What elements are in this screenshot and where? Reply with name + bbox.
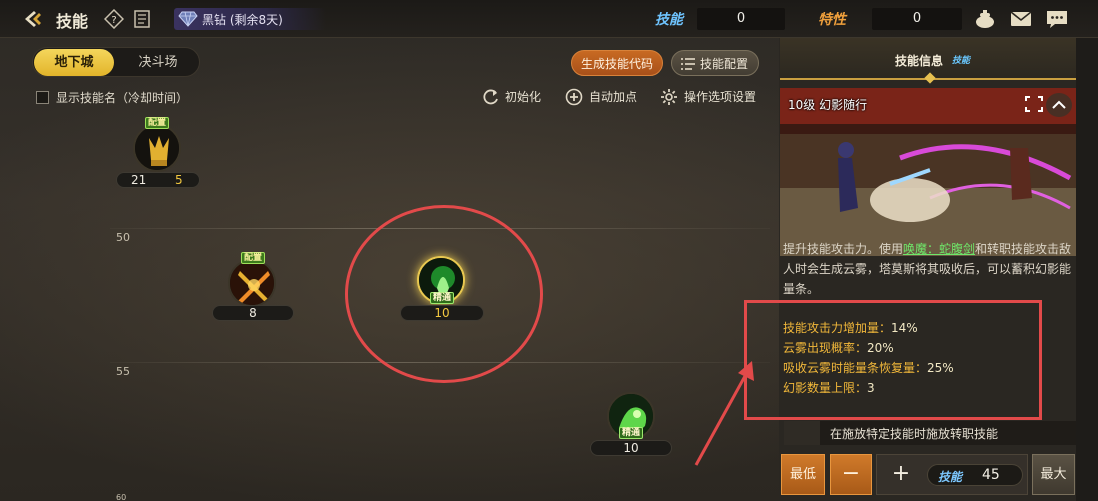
mode-tabs: 地下城 决斗场 — [32, 47, 200, 77]
page-title: 技能 — [56, 12, 89, 31]
annotation-circle — [345, 205, 543, 383]
mastery-tag: 精通 — [619, 427, 644, 439]
skill-level-counter: 21 5 — [116, 172, 200, 188]
guide-book-icon[interactable] — [133, 9, 151, 29]
min-level-button[interactable]: 最低 — [781, 454, 825, 495]
increase-button[interactable]: + — [881, 455, 921, 494]
chat-icon[interactable] — [1045, 8, 1069, 30]
top-bar: 技能 ? 黑钻 (剩余8天) 技能 0 特性 0 — [0, 0, 1098, 38]
fullscreen-icon[interactable] — [1024, 95, 1044, 113]
vip-label: 黑钻 (剩余8天) — [202, 13, 283, 27]
skill-slot[interactable] — [228, 259, 276, 307]
settings-gear-icon — [661, 89, 677, 105]
auto-assign-button[interactable]: 自动加点 — [589, 88, 637, 105]
skill-points-label: 技能 — [655, 12, 683, 28]
desc-text: 提升技能攻击力。使用 — [783, 242, 904, 256]
level-label: 60 — [116, 493, 127, 501]
skill-level: 8 — [249, 306, 257, 320]
mail-icon[interactable] — [1009, 8, 1033, 30]
skill-bonus-level: 5 — [175, 173, 183, 187]
list-icon — [681, 58, 695, 70]
condition-thumbnail — [784, 421, 820, 445]
level-controls: 最低 − + 技能 45 最大 — [781, 451, 1075, 497]
skill-slot[interactable] — [133, 124, 181, 172]
decrease-button[interactable]: − — [830, 454, 872, 495]
level-stepper: + 技能 45 — [876, 454, 1028, 495]
black-diamond-icon — [178, 11, 198, 27]
operation-settings-button[interactable]: 操作选项设置 — [684, 88, 756, 105]
skill-level: 21 — [131, 173, 147, 187]
info-header: 技能信息 技能 — [780, 38, 1076, 84]
golden-helm-skill-icon — [135, 126, 179, 170]
skill-preview[interactable]: 10级 幻影随行 — [780, 88, 1076, 256]
remaining-points-value: 45 — [982, 467, 1000, 483]
condition-row: 在施放特定技能时施放转职技能 — [784, 421, 1076, 445]
level-label: 55 — [116, 365, 130, 378]
annotation-box — [744, 300, 1042, 420]
diamond-ornament-icon — [924, 72, 936, 84]
skill-preview-scene-icon — [780, 88, 1076, 256]
skill-level: 10 — [623, 441, 639, 455]
generate-code-button[interactable]: 生成技能代码 — [571, 50, 663, 76]
reset-icon — [483, 89, 498, 105]
preview-title: 10级 幻影随行 — [788, 98, 868, 112]
svg-text:?: ? — [111, 15, 116, 26]
crossed-blades-skill-icon — [230, 261, 274, 305]
show-names-checkbox[interactable] — [36, 91, 49, 104]
reset-button[interactable]: 初始化 — [505, 88, 541, 105]
trait-points-value: 0 — [872, 8, 962, 30]
config-tag: 配置 — [145, 117, 170, 129]
skill-config-button[interactable]: 技能配置 — [671, 50, 759, 76]
chevron-up-icon — [1052, 100, 1066, 109]
skill-config-label: 技能配置 — [700, 57, 749, 71]
tab-arena[interactable]: 决斗场 — [118, 49, 198, 76]
collapse-button[interactable] — [1046, 93, 1072, 117]
back-arrow-icon[interactable] — [22, 9, 48, 29]
pot-icon[interactable] — [973, 8, 997, 30]
info-subtitle: 技能 — [952, 56, 971, 66]
skill-level-counter: 10 — [590, 440, 672, 456]
max-level-button[interactable]: 最大 — [1032, 454, 1075, 495]
remaining-points: 技能 45 — [927, 464, 1023, 486]
skill-screen: 技能 ? 黑钻 (剩余8天) 技能 0 特性 0 地下城 决斗场 显示技能名（冷… — [0, 0, 1098, 501]
linked-skill[interactable]: 唤魔：蛇腹剑 — [903, 242, 975, 256]
condition-text: 在施放特定技能时施放转职技能 — [830, 427, 999, 441]
vip-status-badge[interactable]: 黑钻 (剩余8天) — [174, 8, 326, 30]
skill-info-panel: 技能信息 技能 10级 幻影随行 提升技能攻击力。使用唤魔：蛇腹剑和转职技能攻击… — [779, 38, 1098, 501]
skill-level-counter: 8 — [212, 305, 294, 321]
remaining-points-label: 技能 — [938, 470, 963, 484]
help-icon[interactable]: ? — [104, 9, 124, 29]
skill-points-value: 0 — [697, 8, 785, 30]
info-title: 技能信息 — [895, 54, 944, 68]
auto-assign-icon — [565, 88, 583, 106]
skill-description: 提升技能攻击力。使用唤魔：蛇腹剑和转职技能攻击敌人时会生成云雾，塔莫斯将其吸收后… — [783, 239, 1075, 299]
show-names-label: 显示技能名（冷却时间） — [56, 91, 189, 105]
tab-dungeon[interactable]: 地下城 — [34, 49, 114, 76]
right-edge-scroll — [1076, 38, 1098, 501]
level-label: 50 — [116, 231, 130, 244]
trait-points-label: 特性 — [818, 12, 846, 28]
config-tag: 配置 — [241, 252, 266, 264]
